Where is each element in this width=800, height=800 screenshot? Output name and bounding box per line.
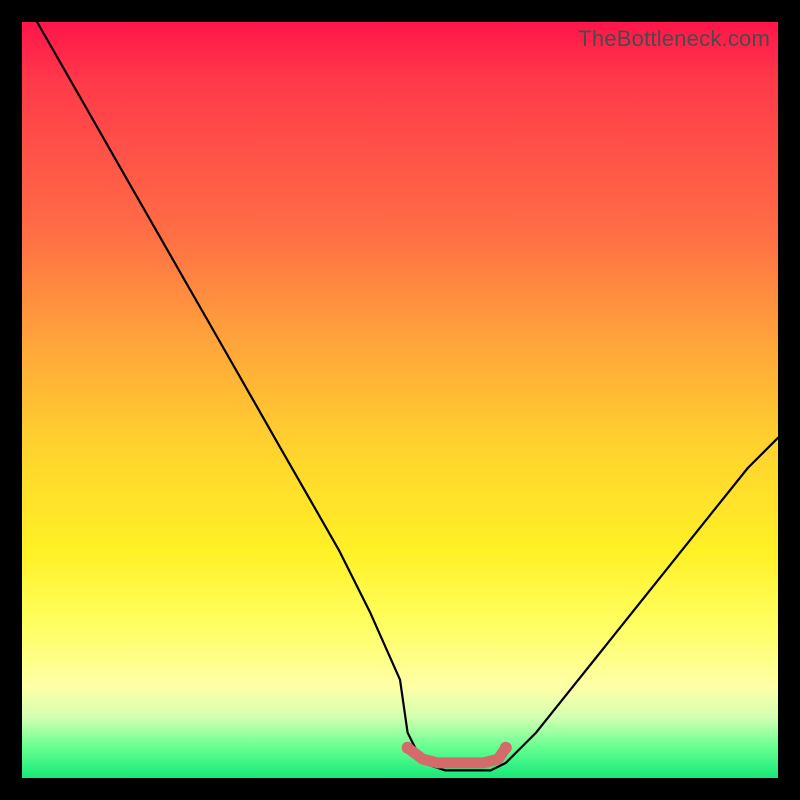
plot-area: TheBottleneck.com — [22, 22, 778, 778]
band-end-dot — [500, 742, 512, 754]
chart-frame: TheBottleneck.com — [0, 0, 800, 800]
curve-layer — [22, 22, 778, 778]
bottom-band-path — [408, 748, 506, 763]
bottleneck-curve-path — [37, 22, 778, 770]
watermark-text: TheBottleneck.com — [578, 26, 770, 52]
band-start-dot — [402, 742, 414, 754]
